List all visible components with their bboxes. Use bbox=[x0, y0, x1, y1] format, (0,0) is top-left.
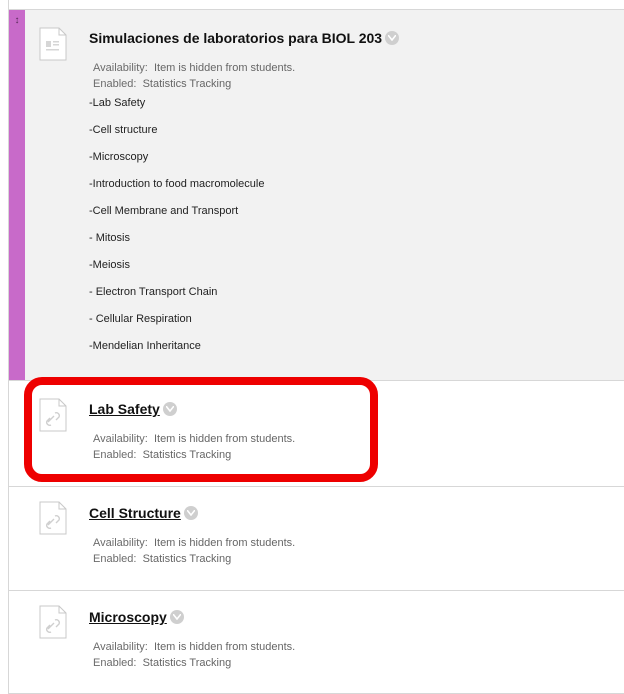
enabled-value: Statistics Tracking bbox=[142, 78, 232, 90]
item-title-text[interactable]: Simulaciones de laboratorios para BIOL 2… bbox=[89, 30, 382, 46]
content-item-link: Lab Safety Availability: Item is hidden … bbox=[9, 381, 624, 487]
description-line: -Mendelian Inheritance bbox=[89, 340, 201, 352]
item-title-link[interactable]: Cell Structure bbox=[89, 505, 181, 521]
item-title[interactable]: Simulaciones de laboratorios para BIOL 2… bbox=[89, 30, 400, 46]
availability-label: Availability: bbox=[93, 641, 148, 653]
enabled-label: Enabled: bbox=[93, 78, 137, 90]
description-line: - Mitosis bbox=[89, 232, 130, 244]
chevron-down-icon[interactable] bbox=[162, 402, 177, 417]
description-line: -Cell structure bbox=[89, 124, 158, 136]
chevron-down-icon[interactable] bbox=[169, 610, 184, 625]
drag-arrows-icon[interactable]: ↕ bbox=[13, 15, 21, 27]
item-title-link[interactable]: Microscopy bbox=[89, 609, 167, 625]
chevron-down-icon[interactable] bbox=[385, 31, 400, 46]
link-document-icon bbox=[39, 398, 67, 432]
description-line: -Lab Safety bbox=[89, 97, 146, 109]
description-line: -Introduction to food macromolecule bbox=[89, 178, 265, 190]
link-document-icon bbox=[39, 605, 67, 639]
content-list: ↕ Simulaciones de laboratorios para BIOL… bbox=[8, 0, 624, 694]
availability-value: Item is hidden from students. bbox=[153, 641, 296, 653]
availability-value: Item is hidden from students. bbox=[153, 537, 296, 549]
document-icon bbox=[39, 27, 67, 61]
availability-label: Availability: bbox=[93, 433, 148, 445]
availability-value: Item is hidden from students. bbox=[153, 62, 296, 74]
enabled-label: Enabled: bbox=[93, 657, 137, 669]
enabled-value: Statistics Tracking bbox=[142, 553, 232, 565]
item-meta: Availability: Item is hidden from studen… bbox=[93, 431, 295, 463]
enabled-label: Enabled: bbox=[93, 553, 137, 565]
description-line: -Cell Membrane and Transport bbox=[89, 205, 239, 217]
item-title-link[interactable]: Lab Safety bbox=[89, 401, 160, 417]
item-title[interactable]: Lab Safety bbox=[89, 401, 177, 417]
item-title[interactable]: Cell Structure bbox=[89, 505, 198, 521]
description-line: -Microscopy bbox=[89, 151, 149, 163]
item-meta: Availability: Item is hidden from studen… bbox=[93, 60, 295, 92]
link-document-icon bbox=[39, 501, 67, 535]
content-item-link: Microscopy Availability: Item is hidden … bbox=[9, 591, 624, 694]
item-meta: Availability: Item is hidden from studen… bbox=[93, 639, 295, 671]
chevron-down-icon[interactable] bbox=[183, 506, 198, 521]
enabled-label: Enabled: bbox=[93, 449, 137, 461]
availability-label: Availability: bbox=[93, 537, 148, 549]
description-line: - Cellular Respiration bbox=[89, 313, 192, 325]
content-item-link: Cell Structure Availability: Item is hid… bbox=[9, 487, 624, 591]
availability-value: Item is hidden from students. bbox=[153, 433, 296, 445]
enabled-value: Statistics Tracking bbox=[142, 449, 232, 461]
item-title[interactable]: Microscopy bbox=[89, 609, 184, 625]
description-line: - Electron Transport Chain bbox=[89, 286, 218, 298]
item-description: -Lab Safety -Cell structure -Microscopy … bbox=[89, 95, 264, 365]
enabled-value: Statistics Tracking bbox=[142, 657, 232, 669]
item-meta: Availability: Item is hidden from studen… bbox=[93, 535, 295, 567]
content-item-folder: ↕ Simulaciones de laboratorios para BIOL… bbox=[9, 9, 624, 381]
drag-handle-strip[interactable]: ↕ bbox=[9, 10, 25, 380]
availability-label: Availability: bbox=[93, 62, 148, 74]
description-line: -Meiosis bbox=[89, 259, 130, 271]
